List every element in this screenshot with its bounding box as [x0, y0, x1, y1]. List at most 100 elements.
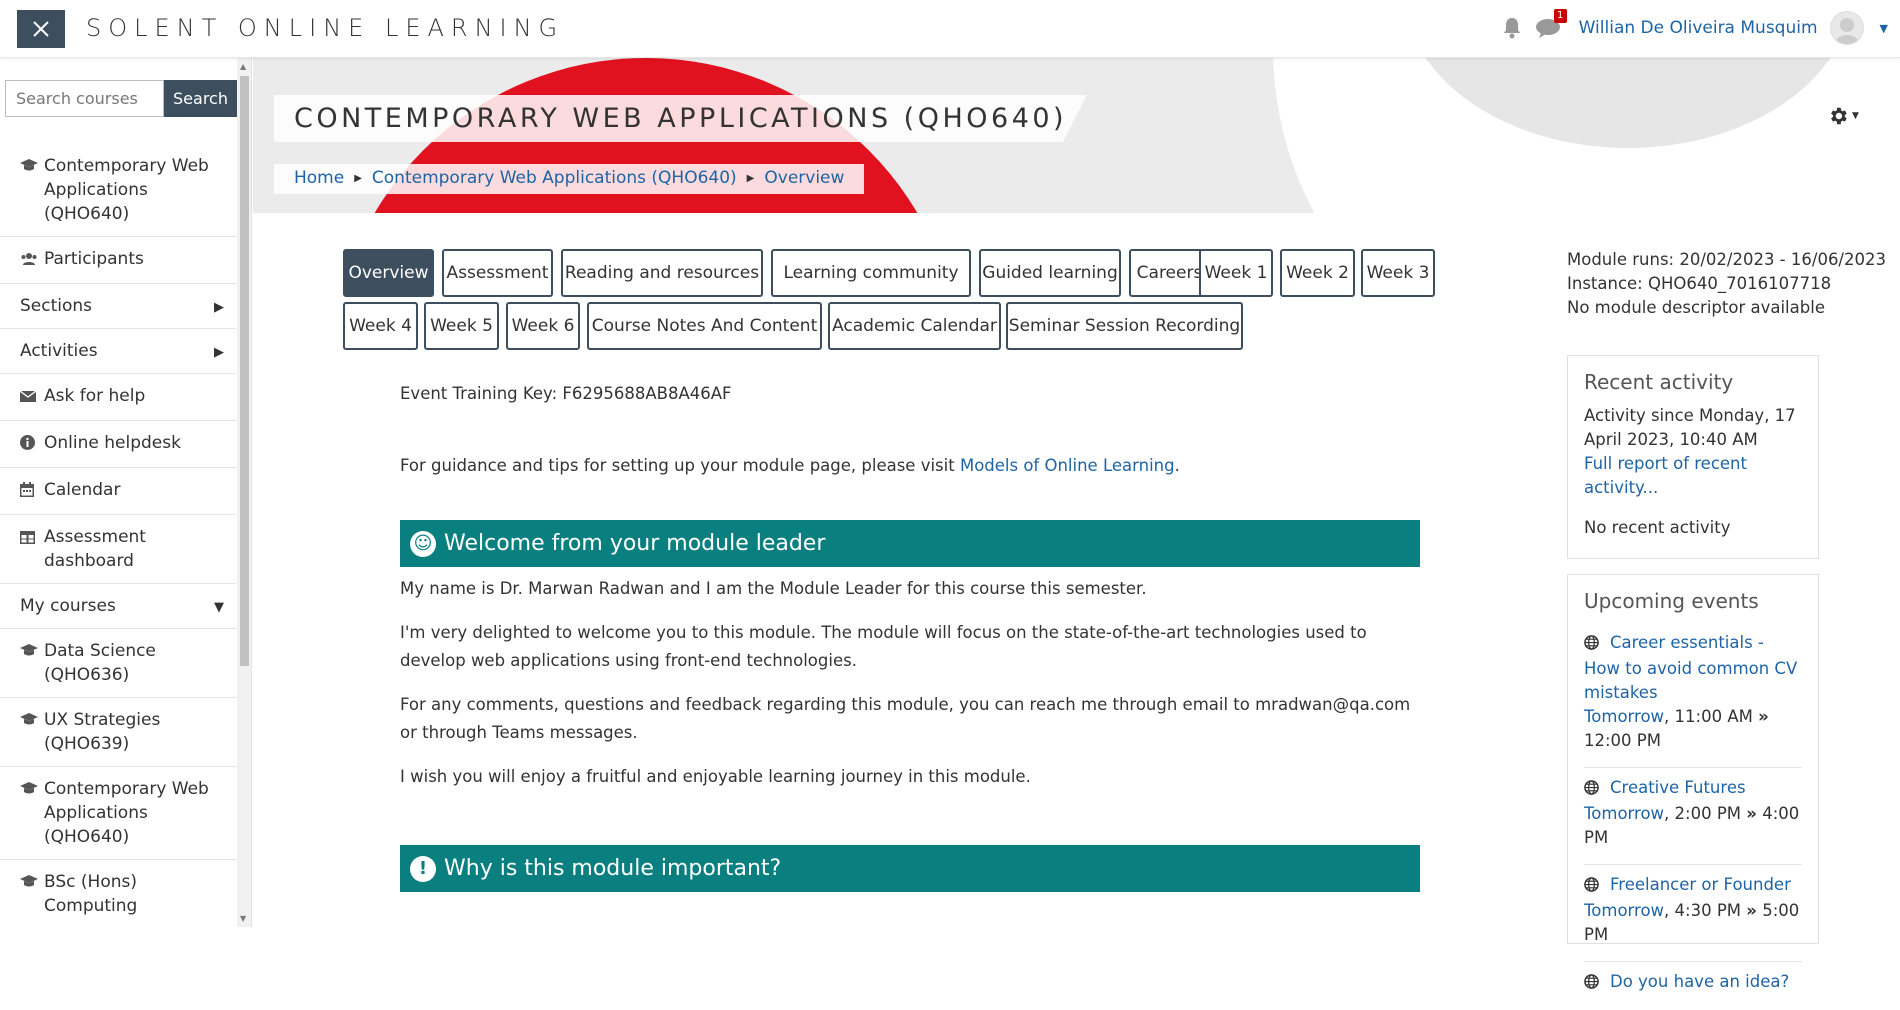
- top-navbar: SOLENT ONLINE LEARNING 1 Willian De Oliv…: [0, 0, 1900, 58]
- full-report-link[interactable]: Full report of recent activity...: [1584, 454, 1747, 497]
- tab-week-2[interactable]: Week 2: [1280, 249, 1355, 297]
- event-item: Freelancer or Founder Tomorrow, 4:30 PM …: [1584, 865, 1802, 962]
- users-icon: [20, 249, 44, 273]
- sidebar-item-online-helpdesk[interactable]: Online helpdesk: [0, 421, 236, 468]
- event-day-link[interactable]: Tomorrow: [1584, 804, 1664, 823]
- no-recent-activity: No recent activity: [1584, 518, 1731, 537]
- module-info: Module runs: 20/02/2023 - 16/06/2023 Ins…: [1567, 248, 1886, 320]
- close-drawer-button[interactable]: [17, 10, 65, 48]
- tab-learning-community[interactable]: Learning community: [771, 249, 971, 297]
- info-icon: [20, 433, 44, 457]
- breadcrumb-overview[interactable]: Overview: [764, 168, 844, 188]
- sidebar-item-label: Data Science (QHO636): [44, 641, 156, 685]
- breadcrumb: Home ▶ Contemporary Web Applications (QH…: [274, 164, 865, 194]
- site-brand[interactable]: SOLENT ONLINE LEARNING: [86, 14, 564, 42]
- event-link[interactable]: Career essentials - How to avoid common …: [1584, 633, 1797, 702]
- event-start: 11:00 AM: [1674, 707, 1753, 726]
- models-online-learning-link[interactable]: Models of Online Learning: [960, 456, 1175, 475]
- sidebar-item-label: Participants: [44, 249, 144, 269]
- tab-course-notes[interactable]: Course Notes And Content: [587, 302, 822, 350]
- tab-seminar-recording[interactable]: Seminar Session Recording: [1006, 302, 1243, 350]
- globe-icon: [1584, 778, 1602, 802]
- why-heading-text: Why is this module important?: [444, 855, 782, 881]
- sidebar-item-activities[interactable]: Activities ▶: [0, 329, 236, 374]
- sidebar-scrollbar[interactable]: ▲ ▼: [237, 58, 251, 927]
- sidebar-item-my-courses[interactable]: My courses ▼: [0, 584, 236, 629]
- sidebar-item-label: Contemporary Web Applications (QHO640): [44, 156, 209, 224]
- event-link[interactable]: Freelancer or Founder: [1610, 875, 1791, 894]
- module-runs: Module runs: 20/02/2023 - 16/06/2023: [1567, 250, 1886, 269]
- graduation-cap-icon: [20, 872, 44, 896]
- course-search: Search courses Search: [5, 80, 237, 117]
- module-descriptor: No module descriptor available: [1567, 298, 1825, 317]
- graduation-cap-icon: [20, 710, 44, 734]
- sidebar-item-data-science[interactable]: Data Science (QHO636): [0, 629, 236, 698]
- sidebar-item-ask-for-help[interactable]: Ask for help: [0, 374, 236, 421]
- course-header-banner: CONTEMPORARY WEB APPLICATIONS (QHO640) H…: [253, 58, 1900, 213]
- sidebar-item-participants[interactable]: Participants: [0, 237, 236, 284]
- chevron-right-icon: ▶: [354, 172, 362, 184]
- guidance-text: For guidance and tips for setting up you…: [400, 452, 1420, 480]
- block-title: Recent activity: [1584, 370, 1734, 394]
- sidebar-item-bsc-computing[interactable]: BSc (Hons) Computing: [0, 860, 236, 927]
- tab-assessment[interactable]: Assessment: [442, 249, 553, 297]
- guidance-suffix: .: [1174, 456, 1180, 475]
- bell-icon[interactable]: [1501, 16, 1523, 40]
- messages-badge: 1: [1553, 9, 1567, 23]
- event-day-link[interactable]: Tomorrow: [1584, 707, 1664, 726]
- settings-menu-button[interactable]: ▼: [1818, 98, 1868, 134]
- search-courses-input[interactable]: Search courses: [5, 80, 164, 117]
- tab-week-1[interactable]: Week 1: [1199, 249, 1273, 297]
- caret-right-icon: ▶: [214, 300, 224, 315]
- envelope-icon: [19, 386, 44, 410]
- scroll-down-icon[interactable]: ▼: [240, 914, 246, 923]
- graduation-cap-icon: [20, 641, 44, 665]
- tab-guided-learning[interactable]: Guided learning: [979, 249, 1121, 297]
- sidebar-nav: Contemporary Web Applications (QHO640) P…: [0, 144, 236, 927]
- sidebar-item-course[interactable]: Contemporary Web Applications (QHO640): [0, 144, 236, 237]
- welcome-paragraph: I wish you will enjoy a fruitful and enj…: [400, 767, 1031, 786]
- tab-academic-calendar[interactable]: Academic Calendar: [828, 302, 1001, 350]
- training-key: Event Training Key: F6295688AB8A46AF: [400, 384, 732, 403]
- event-start: 2:00 PM: [1674, 804, 1742, 823]
- user-avatar-icon[interactable]: [1829, 11, 1864, 45]
- smile-icon: ☺: [410, 530, 436, 557]
- scroll-up-icon[interactable]: ▲: [240, 62, 246, 71]
- sidebar-item-ux-strategies[interactable]: UX Strategies (QHO639): [0, 698, 236, 767]
- tab-careers[interactable]: Careers: [1129, 249, 1210, 297]
- sidebar-item-label: Sections: [20, 296, 93, 316]
- event-link[interactable]: Creative Futures: [1610, 778, 1746, 797]
- event-item: Creative Futures Tomorrow, 2:00 PM » 4:0…: [1584, 768, 1802, 865]
- sidebar-item-calendar[interactable]: Calendar: [0, 468, 236, 515]
- globe-icon: [1584, 633, 1602, 657]
- tab-week-4[interactable]: Week 4: [343, 302, 418, 350]
- sidebar-item-label: Activities: [20, 341, 98, 361]
- sidebar-item-contemporary-web[interactable]: Contemporary Web Applications (QHO640): [0, 767, 236, 860]
- tab-reading-resources[interactable]: Reading and resources: [561, 249, 763, 297]
- breadcrumb-course[interactable]: Contemporary Web Applications (QHO640): [372, 168, 737, 188]
- sidebar-item-label: Calendar: [44, 480, 121, 500]
- graduation-cap-icon: [20, 156, 44, 180]
- welcome-paragraph: My name is Dr. Marwan Radwan and I am th…: [400, 579, 1147, 598]
- event-item: Career essentials - How to avoid common …: [1584, 623, 1802, 768]
- guidance-prefix: For guidance and tips for setting up you…: [400, 456, 960, 475]
- search-button[interactable]: Search: [164, 80, 237, 117]
- username[interactable]: Willian De Oliveira Musquim: [1579, 18, 1818, 38]
- breadcrumb-home[interactable]: Home: [294, 168, 344, 188]
- globe-icon: [1584, 875, 1602, 899]
- tab-week-6[interactable]: Week 6: [506, 302, 580, 350]
- chevron-right-icon: ▶: [746, 172, 755, 184]
- sidebar-item-sections[interactable]: Sections ▶: [0, 284, 236, 329]
- tab-overview[interactable]: Overview: [343, 249, 434, 297]
- tab-week-5[interactable]: Week 5: [424, 302, 499, 350]
- sidebar-item-label: UX Strategies (QHO639): [44, 710, 161, 754]
- calendar-icon: [20, 480, 44, 504]
- sidebar-item-label: My courses: [20, 596, 116, 616]
- scroll-thumb[interactable]: [240, 76, 249, 666]
- event-link[interactable]: Do you have an idea?: [1610, 972, 1789, 991]
- chat-icon[interactable]: 1: [1535, 9, 1567, 39]
- tab-week-3[interactable]: Week 3: [1361, 249, 1435, 297]
- sidebar-item-assessment-dashboard[interactable]: Assessment dashboard: [0, 515, 236, 584]
- event-day-link[interactable]: Tomorrow: [1584, 901, 1664, 920]
- caret-down-icon[interactable]: ▼: [1880, 22, 1888, 35]
